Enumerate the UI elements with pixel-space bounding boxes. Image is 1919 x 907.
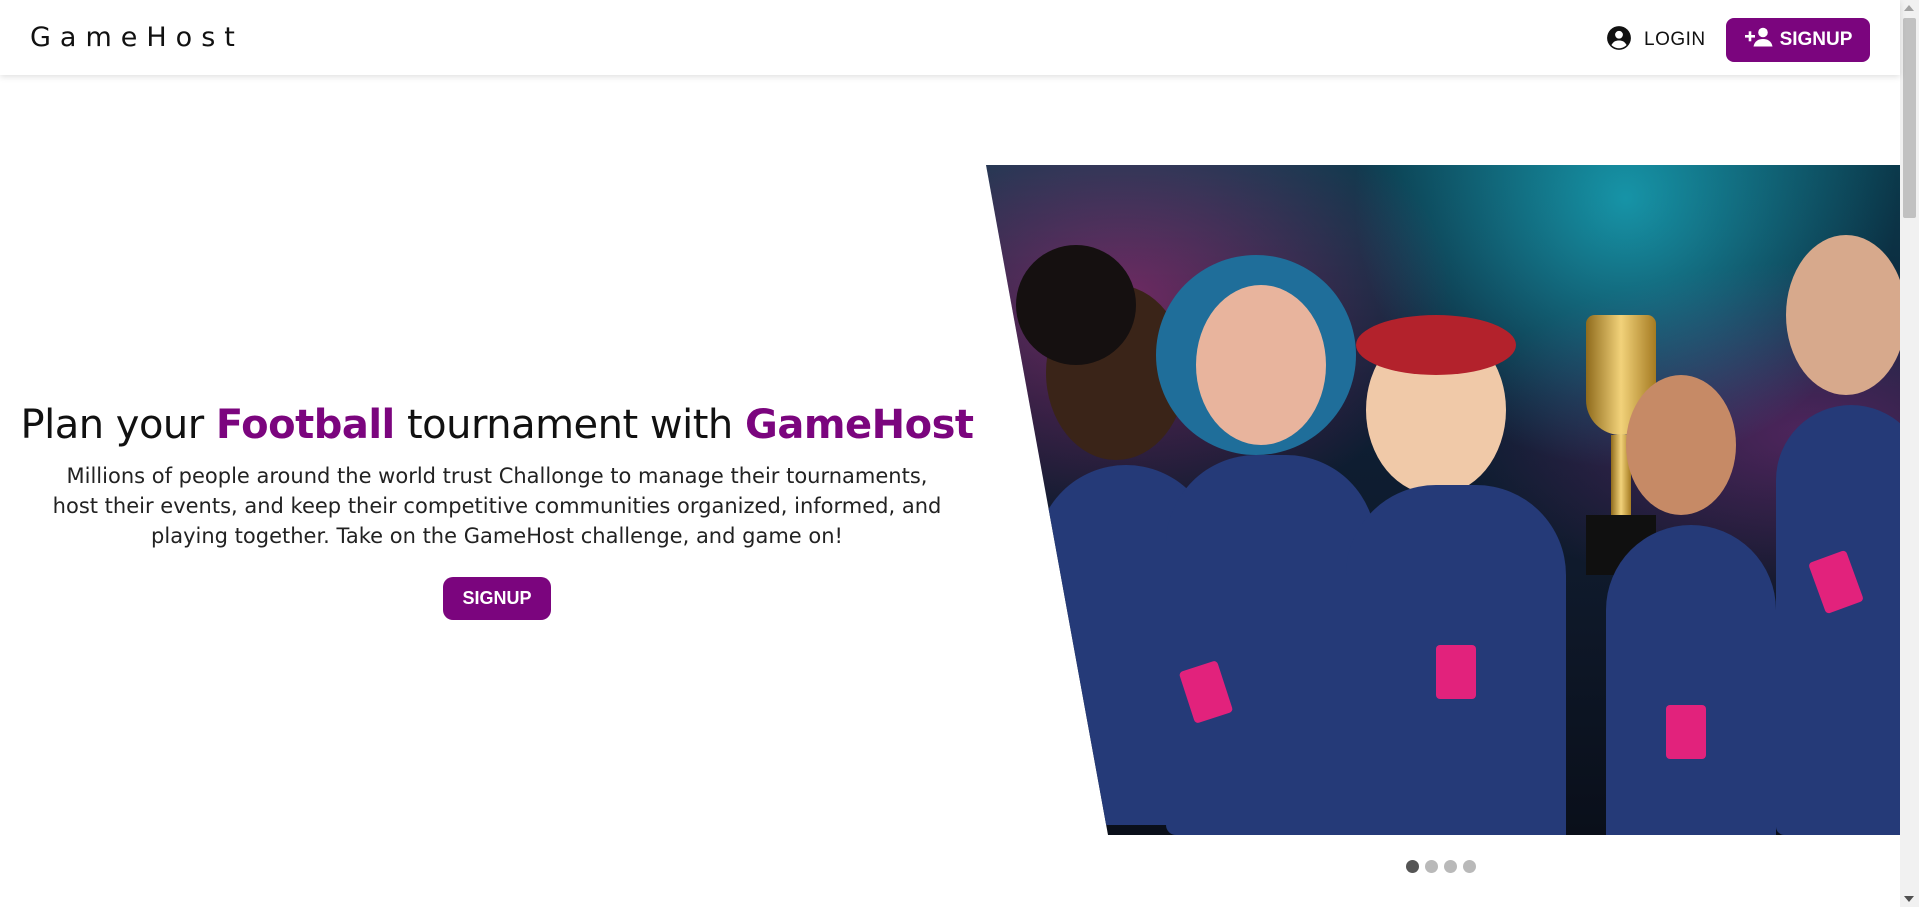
scroll-up-arrow-icon[interactable] [1904, 5, 1914, 11]
carousel-dot-2[interactable] [1425, 860, 1438, 873]
login-button[interactable]: LOGIN [1606, 25, 1706, 55]
hero-title-brand: GameHost [745, 402, 974, 448]
login-label: LOGIN [1644, 29, 1706, 50]
top-navbar: GameHost LOGIN SIGNUP [0, 0, 1900, 75]
scroll-thumb[interactable] [1903, 18, 1916, 218]
hero-title-part1: Plan your [20, 402, 216, 448]
carousel-dot-3[interactable] [1444, 860, 1457, 873]
signup-button[interactable]: SIGNUP [1726, 18, 1870, 62]
carousel-dot-4[interactable] [1463, 860, 1476, 873]
hero-content: Plan your Football tournament with GameH… [20, 395, 974, 620]
carousel-indicators [1406, 860, 1476, 873]
hero-title-game: Football [215, 402, 395, 448]
person-add-icon [1744, 26, 1774, 54]
brand-logo[interactable]: GameHost [30, 22, 244, 53]
hero-title: Plan your Football tournament with GameH… [20, 395, 974, 455]
hero-title-part2: tournament with [394, 402, 745, 448]
carousel-dot-1[interactable] [1406, 860, 1419, 873]
hero-signup-button[interactable]: SIGNUP [443, 577, 551, 620]
page-scrollbar[interactable] [1900, 0, 1919, 907]
hero-description: Millions of people around the world trus… [52, 464, 942, 548]
signup-label: SIGNUP [1779, 29, 1853, 50]
hero-image [986, 165, 1900, 835]
account-circle-icon [1606, 25, 1632, 56]
scroll-down-arrow-icon[interactable] [1904, 896, 1914, 902]
